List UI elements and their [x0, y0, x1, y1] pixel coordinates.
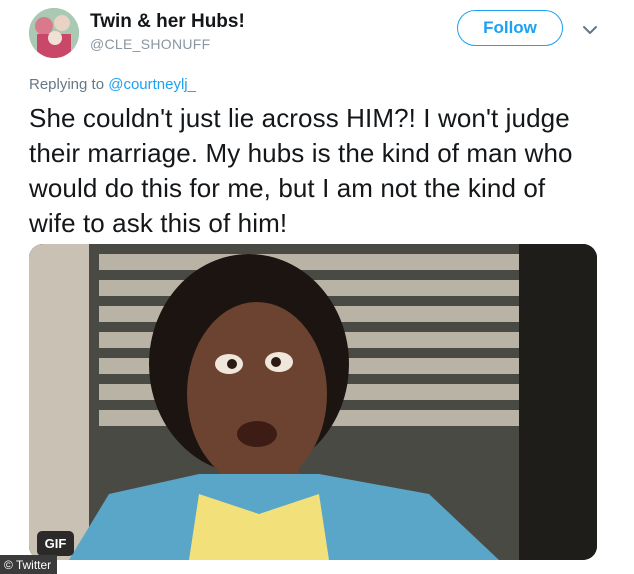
- source-credit-label: Twitter: [15, 557, 52, 572]
- gif-frame: [29, 244, 597, 560]
- avatar-image: [29, 8, 79, 58]
- replying-to-mention[interactable]: @courtneylj_: [108, 76, 196, 93]
- chevron-down-icon[interactable]: [582, 22, 598, 38]
- display-name[interactable]: Twin & her Hubs!: [90, 11, 245, 33]
- user-handle[interactable]: @CLE_SHONUFF: [90, 36, 211, 52]
- replying-to-label: Replying to: [29, 76, 105, 93]
- avatar[interactable]: [29, 8, 79, 58]
- source-credit: © Twitter: [0, 555, 58, 574]
- copyright-icon: ©: [4, 557, 13, 572]
- gif-badge: GIF: [37, 531, 74, 556]
- tweet-media-gif[interactable]: [29, 244, 597, 560]
- tweet-text: She couldn't just lie across HIM?! I won…: [29, 103, 573, 238]
- replying-to: Replying to @courtneylj_: [29, 76, 196, 93]
- follow-button[interactable]: Follow: [457, 10, 563, 46]
